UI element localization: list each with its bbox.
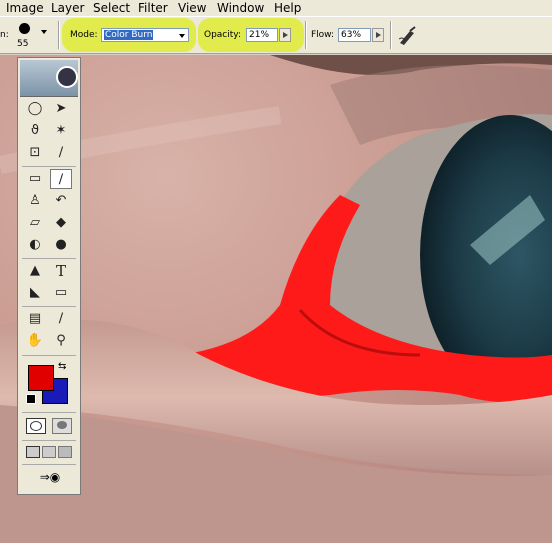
menu-filter[interactable]: Filter: [136, 0, 170, 16]
opacity-input[interactable]: 21%: [246, 28, 278, 42]
feather-logo-icon: [56, 66, 78, 88]
dodge-icon[interactable]: ●: [50, 235, 72, 255]
menu-layer[interactable]: Layer: [49, 0, 86, 16]
airbrush-icon: [398, 26, 416, 45]
magic-wand-icon[interactable]: ✶: [50, 121, 72, 141]
clone-stamp-icon[interactable]: ♙: [24, 191, 46, 211]
lasso-icon[interactable]: ϑ: [24, 121, 46, 141]
hand-icon[interactable]: ✋: [24, 331, 46, 351]
opacity-label: Opacity:: [204, 30, 241, 40]
marquee-icon[interactable]: ◯: [24, 99, 46, 119]
jump-to-imageready-button[interactable]: ⇒◉: [30, 470, 70, 488]
screen-mode-full-menu-button[interactable]: [42, 446, 56, 458]
type-icon[interactable]: T: [50, 261, 72, 281]
menu-help[interactable]: Help: [272, 0, 303, 16]
standard-mode-button[interactable]: [26, 418, 46, 434]
brush-size-value: 55: [17, 39, 29, 49]
healing-brush-icon[interactable]: ▭: [24, 169, 46, 189]
separator: [58, 21, 60, 49]
quick-mask-button[interactable]: [52, 418, 72, 434]
quick-mask-icon: [57, 421, 67, 429]
blur-icon[interactable]: ◐: [24, 235, 46, 255]
flow-input[interactable]: 63%: [338, 28, 371, 42]
path-select-icon[interactable]: ▲: [24, 261, 46, 281]
history-brush-icon[interactable]: ↶: [50, 191, 72, 211]
mode-select-value: Color Burn: [104, 30, 154, 40]
brush-icon[interactable]: ∕: [50, 169, 72, 189]
move-icon[interactable]: ➤: [50, 99, 72, 119]
separator: [22, 306, 76, 307]
separator: [305, 21, 307, 49]
toolbox-header-logo[interactable]: [20, 60, 78, 97]
separator: [22, 440, 76, 441]
opacity-slider-button[interactable]: [279, 28, 291, 42]
brush-picker-arrow-icon: [41, 30, 47, 34]
flow-slider-button[interactable]: [372, 28, 384, 42]
paint-bucket-icon[interactable]: ◆: [50, 213, 72, 233]
separator: [22, 166, 76, 167]
toolbox: ◯ ➤ ϑ ✶ ⊡ ∕ ▭ ∕ ♙ ↶ ▱ ◆ ◐ ● ▲ T ◣ ▭ ▤ ∕ …: [17, 57, 81, 495]
rectangle-icon[interactable]: ▭: [50, 283, 72, 303]
airbrush-toggle[interactable]: [396, 25, 420, 47]
separator: [22, 355, 76, 356]
separator: [22, 258, 76, 259]
crop-icon[interactable]: ⊡: [24, 143, 46, 163]
flow-label: Flow:: [311, 30, 335, 40]
mode-select[interactable]: Color Burn: [101, 28, 189, 42]
menu-select[interactable]: Select: [91, 0, 132, 16]
screen-mode-full-button[interactable]: [58, 446, 72, 458]
slice-icon[interactable]: ∕: [50, 143, 72, 163]
eraser-icon[interactable]: ▱: [24, 213, 46, 233]
foreground-color-swatch[interactable]: [28, 365, 54, 391]
menu-image[interactable]: Image: [4, 0, 46, 16]
flow-value: 63%: [341, 30, 362, 40]
options-bar: n: 55 Mode: Color Burn Opacity: 21% Flow…: [0, 16, 552, 54]
separator: [22, 412, 76, 413]
opacity-value: 21%: [249, 30, 270, 40]
photo-eye-closeup: [0, 55, 552, 543]
imageready-icon: ⇒◉: [39, 470, 61, 484]
zoom-icon[interactable]: ⚲: [50, 331, 72, 351]
separator: [390, 21, 392, 49]
swap-colors-icon[interactable]: ⇆: [58, 361, 66, 372]
notes-icon[interactable]: ▤: [24, 309, 46, 329]
screen-mode-standard-button[interactable]: [26, 446, 40, 458]
separator: [22, 464, 76, 465]
document-canvas[interactable]: [0, 55, 552, 543]
eyedropper-icon[interactable]: ∕: [50, 309, 72, 329]
pen-icon[interactable]: ◣: [24, 283, 46, 303]
default-colors-icon[interactable]: [26, 394, 36, 404]
menu-bar: Image Layer Select Filter View Window He…: [0, 0, 552, 16]
brush-prefix-label: n:: [0, 30, 9, 40]
menu-window[interactable]: Window: [215, 0, 266, 16]
standard-mode-icon: [30, 421, 42, 431]
brush-tip-icon: [19, 23, 30, 34]
brush-preset-picker[interactable]: 55: [14, 20, 47, 50]
dropdown-arrow-icon: [179, 34, 185, 38]
menu-view[interactable]: View: [176, 0, 208, 16]
mode-label: Mode:: [70, 30, 98, 40]
